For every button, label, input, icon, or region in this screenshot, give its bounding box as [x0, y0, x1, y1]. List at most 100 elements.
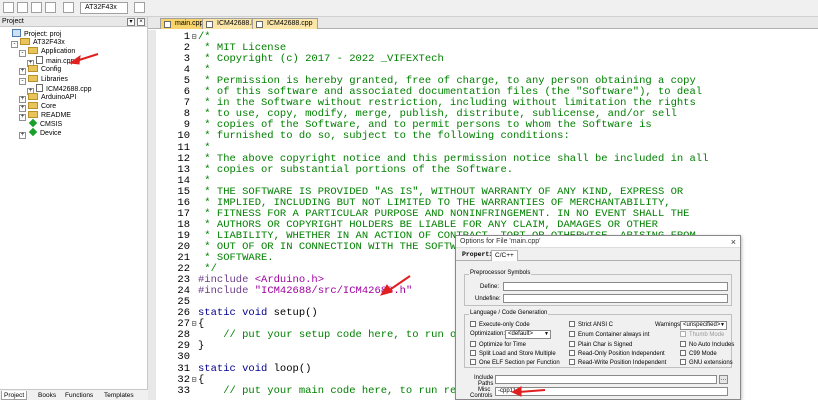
project-pane: Project ▾ × Project: proj - AT32F43x - Appli… [0, 17, 148, 400]
gnu-extensions-checkbox[interactable]: GNU extensions [680, 359, 733, 367]
define-label: Define: [480, 284, 500, 290]
target-select[interactable]: AT32F43x [80, 2, 128, 14]
toolbar-button-5[interactable] [63, 2, 74, 13]
language-group-label: Language / Code Generation [469, 310, 549, 316]
code-line[interactable]: 26 static void setup() [148, 308, 317, 319]
code-line[interactable]: 25 [148, 297, 198, 308]
split-load-checkbox[interactable]: Split Load and Store Multiple [470, 350, 556, 358]
define-input[interactable] [503, 282, 728, 291]
file-tab-icm42688-cpp[interactable]: ICM42688.cpp [252, 18, 318, 29]
optimization-select[interactable]: <default> ▼ [505, 330, 551, 339]
optimize-time-checkbox[interactable]: Optimize for Time [470, 341, 526, 349]
tree-item[interactable]: Project: proj [3, 29, 61, 38]
tab-templates[interactable]: Templates [102, 391, 136, 400]
collapse-icon[interactable]: - [11, 41, 18, 49]
line-number: 30 [177, 351, 190, 364]
warnings-select[interactable]: <unspecified> ▼ [680, 321, 727, 330]
one-elf-checkbox[interactable]: One ELF Section per Function [470, 359, 560, 367]
checkbox-box [569, 350, 575, 356]
tree-item-label: main.cpp [46, 58, 75, 66]
tree-item-label: CMSIS [40, 121, 63, 128]
tab-books[interactable]: Books [36, 391, 58, 400]
browse-button[interactable]: … [719, 375, 728, 384]
code-token: * Copyright (c) 2017 - 2022 _VIFEXTech [198, 53, 444, 66]
folder-icon [28, 101, 38, 109]
code-line[interactable]: 31 static void loop() [148, 362, 312, 375]
include-paths-input[interactable] [495, 375, 717, 384]
pin-icon[interactable]: ▾ [127, 18, 135, 26]
tree-item[interactable]: + Core [19, 101, 57, 112]
checkbox-box [470, 341, 476, 347]
checkbox-label: Read-Only Position Independent [578, 351, 665, 357]
tab-functions[interactable]: Functions [63, 391, 95, 400]
toolbar-button-4[interactable] [45, 2, 56, 13]
main-toolbar: AT32F43x [0, 0, 818, 17]
tree-item[interactable]: + ICM42688.cpp [27, 83, 92, 95]
code-line[interactable]: 27 ⊟{ [148, 319, 204, 330]
tree-item[interactable]: - AT32F43x [11, 38, 65, 49]
code-line[interactable]: 3 * Copyright (c) 2017 - 2022 _VIFEXTech [148, 54, 444, 65]
collapse-icon[interactable]: - [19, 50, 26, 58]
checkbox-box [680, 331, 686, 337]
line-number: 31 [177, 362, 190, 375]
c99-mode-checkbox[interactable]: C99 Mode [680, 350, 717, 358]
checkbox-box [569, 341, 575, 347]
thumb-mode-checkbox[interactable]: Thumb Mode [680, 331, 724, 339]
enum-container-checkbox[interactable]: Enum Container always int [569, 331, 649, 339]
toolbar-button-3[interactable] [31, 2, 42, 13]
optimization-value: <default> [508, 331, 534, 337]
line-number: 12 [177, 152, 190, 165]
fold-icon[interactable]: ⊟ [190, 375, 198, 386]
line-number: 14 [177, 174, 190, 187]
close-icon[interactable]: × [137, 18, 145, 26]
checkbox-label: Split Load and Store Multiple [479, 351, 556, 357]
code-line[interactable]: 10 * furnished to do so, subject to the … [148, 131, 569, 142]
code-line[interactable]: 32 ⊟{ [148, 374, 204, 386]
checkbox-label: No Auto Includes [689, 342, 735, 348]
tab-project[interactable]: Project [1, 391, 28, 400]
toolbar-button-2[interactable] [17, 2, 28, 13]
tab-c-cpp[interactable]: C/C++ [491, 250, 518, 261]
language-group: Language / Code Generation Execute-only … [464, 310, 734, 368]
tree-item-label: Config [41, 66, 62, 74]
tree-item[interactable]: - Application [19, 47, 75, 58]
fold-icon[interactable]: ⊟ [190, 319, 198, 330]
chevron-down-icon: ▼ [720, 322, 725, 328]
tree-item[interactable]: CMSIS [19, 118, 63, 129]
tree-item[interactable]: + main.cpp [27, 56, 75, 68]
folder-icon [28, 110, 38, 118]
folder-icon [28, 74, 38, 82]
no-auto-includes-checkbox[interactable]: No Auto Includes [680, 341, 734, 349]
tree-item[interactable]: + Config [19, 65, 62, 76]
dialog-close-icon[interactable]: × [731, 236, 736, 248]
tree-item-label: Core [41, 102, 57, 110]
toolbar-button-1[interactable] [3, 2, 14, 13]
strict-ansi-checkbox[interactable]: Strict ANSI C [569, 321, 613, 329]
plain-char-checkbox[interactable]: Plain Char is Signed [569, 341, 632, 349]
fold-icon[interactable]: ⊟ [190, 32, 198, 43]
tree-item-label: ICM42688.cpp [46, 85, 92, 93]
tree-item[interactable]: + Device [19, 127, 61, 140]
project-pane-header: Project ▾ × [0, 17, 147, 27]
code-token: loop() [273, 362, 312, 375]
tree-item[interactable]: - Libraries [19, 74, 68, 85]
code-line[interactable]: 30 [148, 352, 198, 363]
line-number: 33 [177, 384, 190, 397]
tree-item[interactable]: + ArduinoAPI [19, 92, 76, 103]
code-token: static [198, 362, 243, 375]
misc-controls-input[interactable]: -cpp11 [495, 387, 728, 396]
rw-pi-checkbox[interactable]: Read-Write Position Independent [569, 359, 666, 367]
file-tab-label: ICM42688.h [217, 20, 256, 27]
ro-pi-checkbox[interactable]: Read-Only Position Independent [569, 350, 665, 358]
toolbar-button-6[interactable] [134, 2, 145, 13]
chevron-down-icon: ▼ [544, 331, 549, 337]
undefine-input[interactable] [503, 294, 728, 303]
collapse-icon[interactable]: - [19, 77, 26, 85]
tree-item[interactable]: + README [19, 110, 71, 121]
project-pane-title: Project [2, 18, 24, 25]
code-line[interactable]: 29} [148, 341, 204, 352]
checkbox-label: Plain Char is Signed [578, 342, 633, 348]
expand-icon[interactable]: + [19, 132, 26, 140]
execute-only-checkbox[interactable]: Execute-only Code [470, 321, 530, 329]
folder-icon [28, 65, 38, 73]
